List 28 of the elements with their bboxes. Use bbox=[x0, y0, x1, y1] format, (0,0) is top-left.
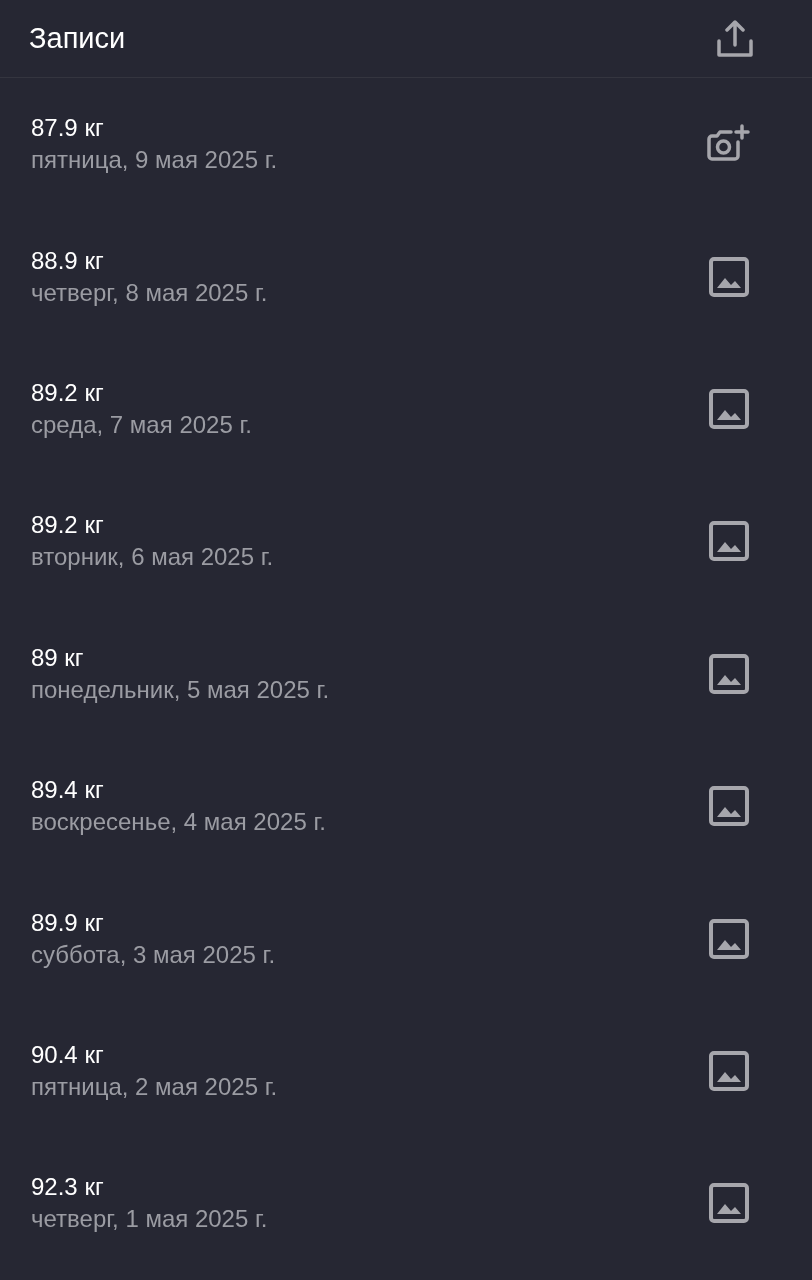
weight-value: 88.9 кг bbox=[31, 245, 105, 276]
entry-date: воскресенье, 4 мая 2025 г. bbox=[31, 807, 326, 838]
share-icon[interactable] bbox=[716, 19, 754, 58]
entry-date: четверг, 1 мая 2025 г. bbox=[31, 1204, 268, 1235]
entry-date: пятница, 9 мая 2025 г. bbox=[31, 145, 278, 176]
screen-title: Записи bbox=[29, 22, 126, 55]
weight-value: 92.3 кг bbox=[31, 1172, 105, 1203]
entry-date: понедельник, 5 мая 2025 г. bbox=[31, 674, 330, 705]
weight-value: 89.2 кг bbox=[31, 510, 105, 541]
image-icon[interactable] bbox=[708, 255, 750, 298]
image-icon[interactable] bbox=[708, 1182, 750, 1225]
entry-date: четверг, 8 мая 2025 г. bbox=[31, 277, 268, 308]
weight-value: 87.9 кг bbox=[31, 113, 105, 144]
image-icon[interactable] bbox=[708, 520, 750, 563]
entry-date: пятница, 2 мая 2025 г. bbox=[31, 1071, 278, 1102]
image-icon[interactable] bbox=[708, 387, 750, 430]
image-icon[interactable] bbox=[708, 785, 750, 828]
weight-value: 89.9 кг bbox=[31, 907, 105, 938]
image-icon[interactable] bbox=[708, 917, 750, 960]
weight-value: 89.2 кг bbox=[31, 377, 105, 408]
entry-date: вторник, 6 мая 2025 г. bbox=[31, 542, 274, 573]
weight-value: 89 кг bbox=[31, 642, 85, 673]
entry-date: суббота, 3 мая 2025 г. bbox=[31, 939, 276, 970]
image-icon[interactable] bbox=[708, 652, 750, 695]
weight-value: 89.4 кг bbox=[31, 775, 105, 806]
image-icon[interactable] bbox=[708, 1049, 750, 1092]
weight-value: 90.4 кг bbox=[31, 1039, 105, 1070]
entry-date: среда, 7 мая 2025 г. bbox=[31, 409, 252, 440]
